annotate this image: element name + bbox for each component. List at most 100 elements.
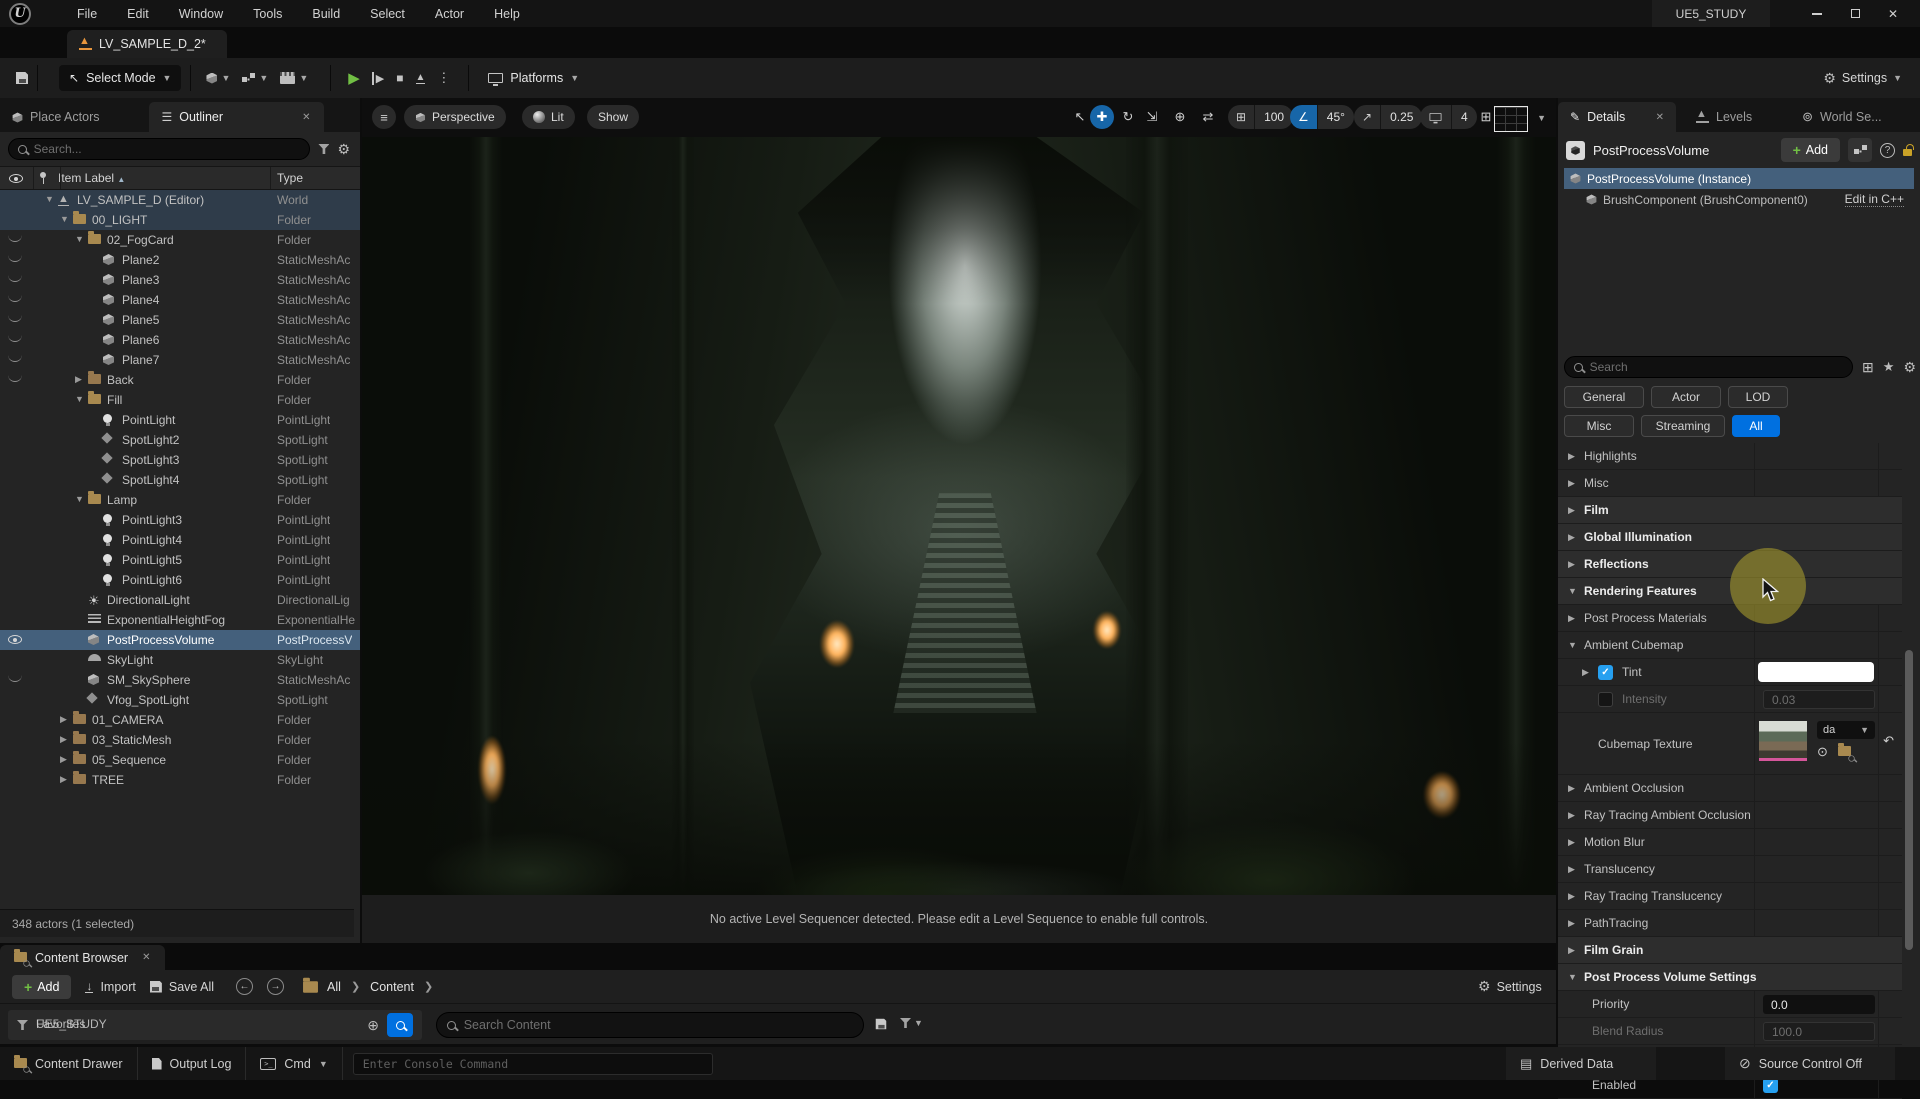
outliner-row-spotlight2[interactable]: SpotLight2SpotLight (0, 430, 360, 450)
collapse-arrow-icon[interactable]: ▶ (1568, 918, 1575, 929)
edit-blueprint-button[interactable] (1848, 138, 1872, 162)
collapse-arrow-icon[interactable]: ▶ (1582, 667, 1589, 678)
pin-column-icon[interactable] (38, 172, 48, 185)
outliner-row-lamp[interactable]: ▼LampFolder (0, 490, 360, 510)
collapse-arrow-icon[interactable]: ▶ (1568, 451, 1575, 462)
outliner-row-plane2[interactable]: Plane2StaticMeshAc (0, 250, 360, 270)
outliner-row-05-sequence[interactable]: ▶05_SequenceFolder (0, 750, 360, 770)
play-button[interactable]: ▶ (348, 69, 360, 87)
collapse-arrow-icon[interactable]: ▶ (75, 374, 82, 385)
browse-to-asset-icon[interactable] (1838, 744, 1851, 760)
outliner-row-01-camera[interactable]: ▶01_CAMERAFolder (0, 710, 360, 730)
details-row-ray-tracing-ambient-occlusion[interactable]: ▶Ray Tracing Ambient Occlusion (1558, 802, 1902, 829)
eye-closed-icon[interactable] (8, 675, 22, 682)
scale-snap-control[interactable]: ↗ 0.25 (1354, 105, 1422, 129)
collapse-arrow-icon[interactable]: ▶ (60, 754, 67, 765)
menu-item-tools[interactable]: Tools (241, 3, 294, 25)
menu-item-select[interactable]: Select (358, 3, 417, 25)
chevron-down-icon[interactable]: ▼ (1537, 113, 1546, 123)
menu-item-build[interactable]: Build (300, 3, 352, 25)
grid-snap-value[interactable]: 100 (1254, 105, 1293, 129)
toggle-sources-button[interactable] (387, 1013, 413, 1037)
show-dropdown[interactable]: Show (587, 105, 639, 129)
close-icon[interactable]: ✕ (302, 112, 310, 123)
eye-closed-icon[interactable] (8, 255, 22, 262)
collapse-arrow-icon[interactable]: ▶ (60, 734, 67, 745)
back-button[interactable]: ← (236, 978, 253, 995)
play-options-button[interactable]: ⋮ (437, 70, 450, 86)
outliner-row-02-fogcard[interactable]: ▼02_FogCardFolder (0, 230, 360, 250)
filter-chip-lod[interactable]: LOD (1728, 386, 1788, 408)
filter-chip-all[interactable]: All (1732, 415, 1780, 437)
details-row-translucency[interactable]: ▶Translucency (1558, 856, 1902, 883)
texture-asset-dropdown[interactable]: da▼ (1817, 721, 1875, 739)
world-space-button[interactable]: ⊕ (1168, 105, 1192, 129)
help-icon[interactable]: ? (1880, 143, 1895, 158)
details-settings-icon[interactable]: ⚙ (1903, 359, 1916, 376)
launch-button[interactable]: ▲ (416, 72, 426, 84)
eye-closed-icon[interactable] (8, 375, 22, 382)
eye-closed-icon[interactable] (8, 315, 22, 322)
outliner-row-pointlight4[interactable]: PointLight4PointLight (0, 530, 360, 550)
scale-snap-icon[interactable]: ↗ (1354, 105, 1380, 129)
outliner-filter-icon[interactable] (318, 144, 329, 154)
color-swatch[interactable] (1758, 662, 1874, 682)
eye-closed-icon[interactable] (8, 295, 22, 302)
outliner-row-sm-skysphere[interactable]: SM_SkySphereStaticMeshAc (0, 670, 360, 690)
menu-item-help[interactable]: Help (482, 3, 532, 25)
column-type[interactable]: Type (277, 171, 303, 185)
outliner-row-03-staticmesh[interactable]: ▶03_StaticMeshFolder (0, 730, 360, 750)
tab-place-actors[interactable]: Place Actors (0, 102, 111, 132)
camera-speed-control[interactable]: 4 (1420, 105, 1477, 129)
tab-world-settings[interactable]: ⊚ World Se... (1790, 102, 1894, 132)
details-row-tint[interactable]: ▶✓Tint (1558, 659, 1902, 686)
save-search-icon[interactable] (875, 1017, 887, 1035)
visibility-column-icon[interactable] (9, 174, 23, 183)
outliner-search-input[interactable] (8, 138, 310, 160)
details-row-blend-radius[interactable]: Blend Radius100.0 (1558, 1018, 1902, 1045)
outliner-row-back[interactable]: ▶BackFolder (0, 370, 360, 390)
outliner-row-plane7[interactable]: Plane7StaticMeshAc (0, 350, 360, 370)
forward-button[interactable]: → (267, 978, 284, 995)
blueprints-button[interactable]: ▼ (242, 73, 268, 84)
perspective-dropdown[interactable]: Perspective (404, 105, 506, 129)
details-scrollbar[interactable] (1905, 650, 1913, 950)
menu-item-file[interactable]: File (65, 3, 109, 25)
add-collection-icon[interactable]: ⊕ (367, 1017, 379, 1034)
outliner-row-00-light[interactable]: ▼00_LIGHTFolder (0, 210, 360, 230)
collapse-arrow-icon[interactable]: ▶ (1568, 864, 1575, 875)
content-settings-dropdown[interactable]: ⚙ Settings (1478, 978, 1542, 995)
number-field[interactable]: 0.0 (1763, 995, 1875, 1014)
collapse-arrow-icon[interactable]: ▶ (1568, 613, 1575, 624)
collapse-arrow-icon[interactable]: ▶ (1568, 478, 1575, 489)
details-row-post-process-volume-settings[interactable]: ▼Post Process Volume Settings (1558, 964, 1902, 991)
rotation-snap-control[interactable]: ∠ 45° (1290, 105, 1354, 129)
outliner-row-skylight[interactable]: SkyLightSkyLight (0, 650, 360, 670)
unlock-icon[interactable] (1903, 149, 1912, 156)
tab-details[interactable]: ✎ Details ✕ (1558, 102, 1676, 132)
select-tool-button[interactable]: ↖ (1068, 105, 1092, 129)
outliner-row-lv-sample-d-editor-[interactable]: ▼▲LV_SAMPLE_D (Editor)World (0, 190, 360, 210)
collapse-arrow-icon[interactable]: ▶ (1568, 891, 1575, 902)
number-field[interactable]: 0.03 (1763, 690, 1875, 709)
save-button[interactable] (16, 72, 28, 84)
details-row-post-process-materials[interactable]: ▶Post Process Materials (1558, 605, 1902, 632)
collapse-arrow-icon[interactable]: ▶ (1568, 945, 1575, 956)
camera-speed-value[interactable]: 4 (1451, 105, 1477, 129)
collapse-arrow-icon[interactable]: ▶ (1568, 783, 1575, 794)
edit-in-cpp-link[interactable]: Edit in C++ (1845, 192, 1904, 207)
angle-snap-value[interactable]: 45° (1317, 105, 1354, 129)
display-options-icon[interactable]: ⊞ (1862, 359, 1874, 376)
collapse-arrow-icon[interactable]: ▶ (60, 774, 67, 785)
favorites-icon[interactable]: ★ (1883, 359, 1895, 375)
collapse-arrow-icon[interactable]: ▶ (1568, 559, 1575, 570)
details-row-priority[interactable]: Priority0.0 (1558, 991, 1902, 1018)
menu-item-edit[interactable]: Edit (115, 3, 161, 25)
camera-preview-toggle[interactable] (1494, 106, 1528, 132)
close-icon[interactable]: ✕ (1656, 112, 1664, 123)
details-row-ambient-cubemap[interactable]: ▼Ambient Cubemap (1558, 632, 1902, 659)
select-mode-dropdown[interactable]: ↖ Select Mode ▼ (59, 65, 181, 91)
filter-chip-general[interactable]: General (1564, 386, 1644, 408)
breadcrumb-all[interactable]: All (327, 980, 341, 994)
window-close-button[interactable]: ✕ (1874, 0, 1912, 27)
